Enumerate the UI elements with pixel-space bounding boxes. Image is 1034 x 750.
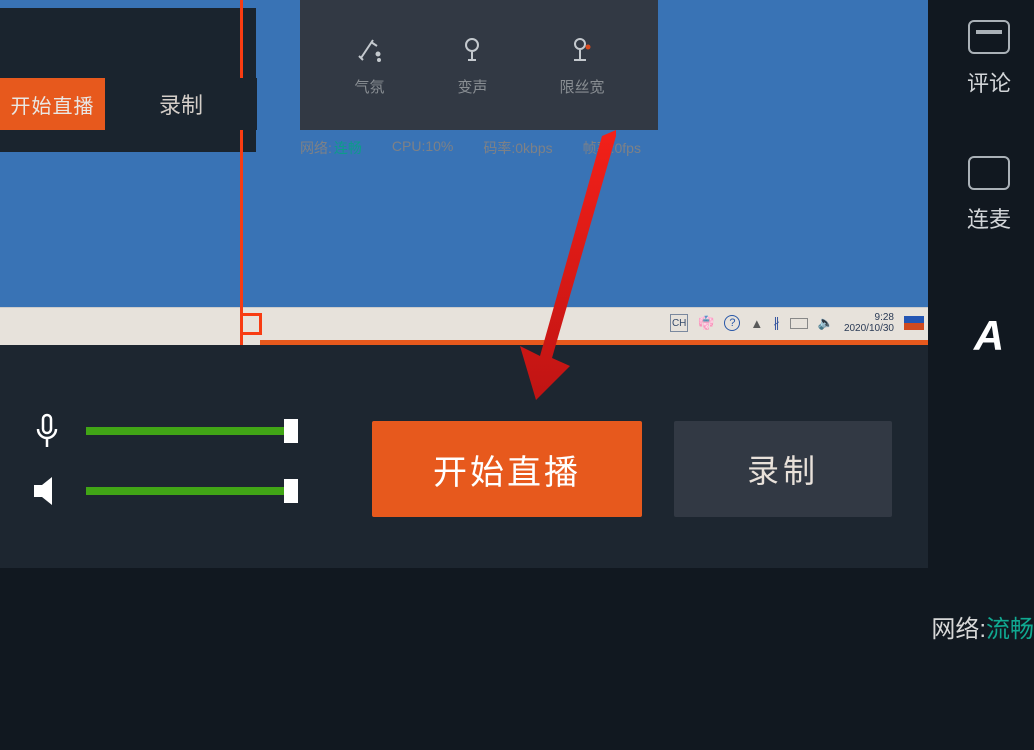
speaker-icon[interactable] [30, 477, 64, 505]
slider-knob[interactable] [284, 419, 298, 443]
slider-knob[interactable] [284, 479, 298, 503]
guide-line [240, 0, 243, 345]
start-live-button-small[interactable]: 开始直播 [0, 78, 105, 130]
selection-edge [260, 340, 928, 345]
volume-tray-icon: 🔈 [818, 315, 834, 331]
clock: 9:28 2020/10/30 [844, 312, 894, 334]
mood-tool[interactable]: 气氛 [353, 34, 385, 97]
lang-indicator: CH [670, 314, 688, 332]
mic-volume-slider[interactable] [86, 427, 296, 435]
speaker-volume-slider[interactable] [86, 487, 296, 495]
record-button-small[interactable]: 录制 [105, 78, 257, 130]
main-preview-area: CH 👘 ? ▲ ∦ 🔈 9:28 2020/10/30 开始直播 录制 [0, 0, 928, 568]
start-live-button[interactable]: 开始直播 [372, 421, 642, 517]
gift-icon [566, 34, 598, 66]
tools-panel: 气氛 变声 限丝宽 [300, 0, 658, 130]
connect-tab[interactable]: 连麦 [967, 156, 1011, 234]
mic-volume-row [30, 413, 296, 449]
comments-icon [968, 20, 1010, 54]
gift-tool[interactable]: 限丝宽 [559, 34, 604, 97]
network-stat: 网络:连畅 [300, 138, 362, 158]
right-sidebar: 评论 连麦 A [944, 0, 1034, 568]
comments-tab[interactable]: 评论 [967, 20, 1011, 98]
bitrate-stat: 码率:0kbps [483, 138, 552, 158]
help-icon: ? [724, 315, 740, 331]
bluetooth-icon: ∦ [773, 315, 780, 331]
a-icon: A [974, 312, 1004, 360]
voice-icon [456, 34, 488, 66]
tray-app-icon: 👘 [698, 315, 714, 331]
control-panel: 开始直播 录制 [0, 345, 928, 568]
stats-bar: 网络:连畅 CPU:10% 码率:0kbps 帧率:0fps [300, 138, 658, 158]
flag-icon [904, 316, 924, 330]
footer-network-status: 网络:流畅 [931, 609, 1034, 644]
tray-triangle-icon: ▲ [750, 316, 763, 331]
mic-icon[interactable] [30, 413, 64, 449]
cpu-stat: CPU:10% [392, 138, 453, 158]
mood-icon [353, 34, 385, 66]
battery-icon [790, 318, 808, 329]
third-tab[interactable]: A [974, 312, 1004, 360]
connect-icon [968, 156, 1010, 190]
speaker-volume-row [30, 477, 296, 505]
fps-stat: 帧率:0fps [583, 138, 641, 158]
crop-handle[interactable] [240, 313, 262, 335]
preview-taskbar: CH 👘 ? ▲ ∦ 🔈 9:28 2020/10/30 [0, 307, 928, 345]
voice-tool[interactable]: 变声 [456, 34, 488, 97]
record-button[interactable]: 录制 [674, 421, 892, 517]
system-tray: CH 👘 ? ▲ ∦ 🔈 9:28 2020/10/30 [670, 312, 924, 334]
